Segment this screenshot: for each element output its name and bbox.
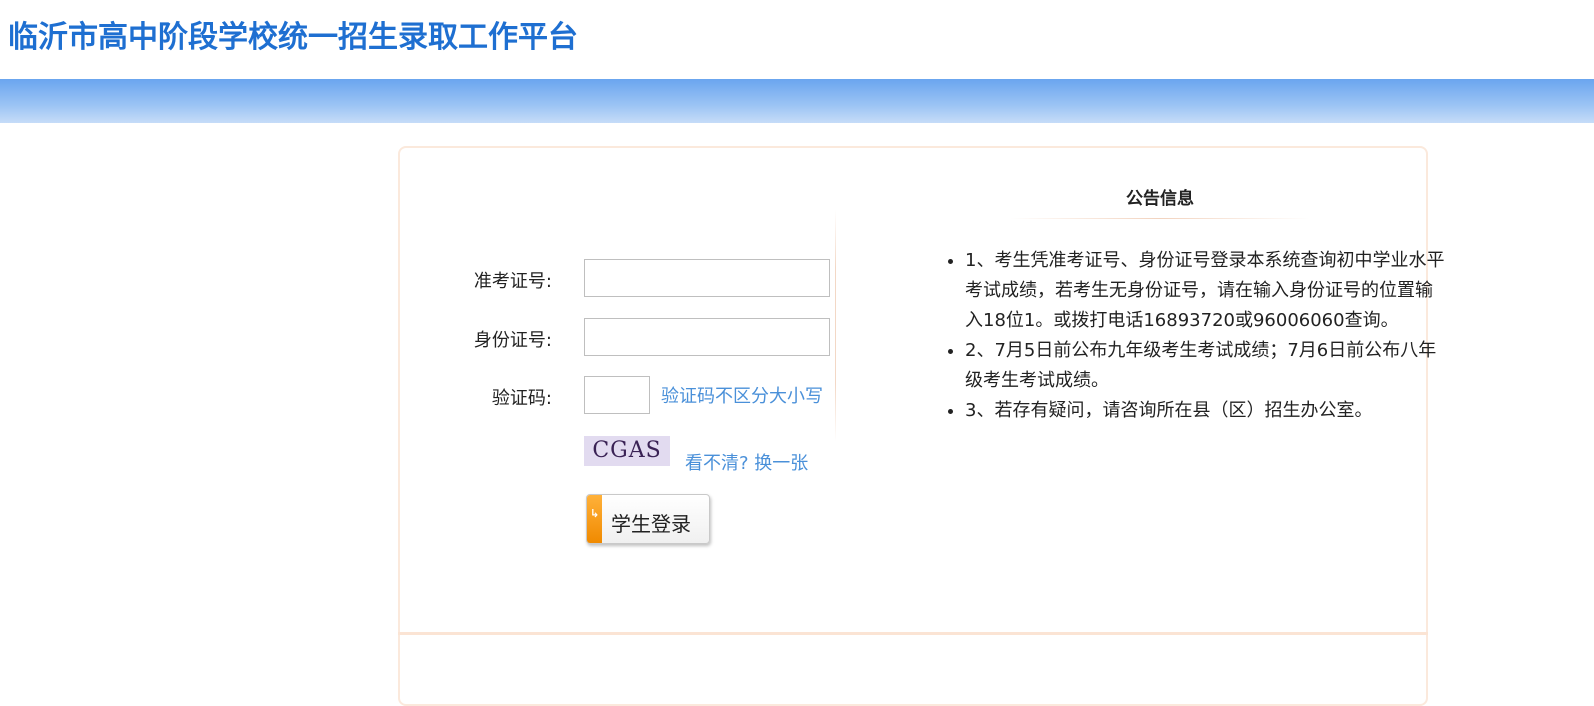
notice-item: 1、考生凭准考证号、身份证号登录本系统查询初中学业水平考试成绩，若考生无身份证号…	[965, 246, 1445, 336]
id-card-input[interactable]	[584, 318, 830, 356]
exam-id-input[interactable]	[584, 259, 830, 297]
captcha-label: 验证码:	[491, 388, 552, 409]
page-header: 临沂市高中阶段学校统一招生录取工作平台	[0, 0, 1594, 79]
captcha-case-hint: 验证码不区分大小写	[661, 386, 823, 407]
notice-title-underline	[1010, 218, 1310, 219]
panel-vertical-divider	[835, 210, 836, 442]
captcha-image[interactable]: CGAS	[584, 436, 670, 466]
student-login-button[interactable]: ↳ 学生登录	[586, 494, 710, 544]
exam-id-label: 准考证号:	[473, 271, 552, 292]
id-card-label: 身份证号:	[473, 330, 552, 351]
notice-item: 3、若存有疑问，请咨询所在县（区）招生办公室。	[965, 396, 1445, 426]
notice-title: 公告信息	[1126, 189, 1194, 209]
notice-list: 1、考生凭准考证号、身份证号登录本系统查询初中学业水平考试成绩，若考生无身份证号…	[928, 246, 1445, 426]
panel-footer-divider	[398, 632, 1428, 635]
login-button-label: 学生登录	[611, 512, 691, 536]
enter-arrow-icon: ↳	[590, 507, 600, 520]
notice-item: 2、7月5日前公布九年级考生考试成绩；7月6日前公布八年级考生考试成绩。	[965, 336, 1445, 396]
login-panel	[398, 146, 1428, 706]
refresh-captcha-link[interactable]: 看不清? 换一张	[685, 449, 808, 475]
site-title: 临沂市高中阶段学校统一招生录取工作平台	[8, 20, 578, 55]
header-banner	[0, 79, 1594, 123]
captcha-input[interactable]	[584, 376, 650, 414]
